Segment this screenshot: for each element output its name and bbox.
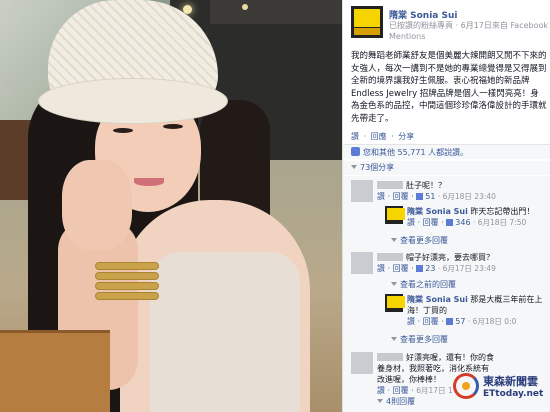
photo-bangle xyxy=(95,292,159,300)
reply-actions[interactable]: 讚 · 回覆 · xyxy=(407,218,446,227)
comment-like-count[interactable]: 23 xyxy=(425,264,435,273)
reply-arrow-icon xyxy=(391,238,397,242)
photo-bangle xyxy=(95,262,159,270)
commenter-avatar[interactable] xyxy=(351,180,373,202)
like-thumb-icon xyxy=(446,318,454,325)
post-actions: 讚 · 回應 · 分享 xyxy=(351,131,416,142)
view-more-replies-link[interactable]: 查看更多回覆 xyxy=(391,235,448,246)
commenter-name-redacted[interactable] xyxy=(377,181,403,189)
like-thumb-icon xyxy=(446,219,454,226)
view-more-replies-label: 查看更多回覆 xyxy=(400,236,448,245)
reply-arrow-icon xyxy=(391,282,397,286)
separator: · xyxy=(388,132,397,141)
like-thumb-icon xyxy=(416,193,424,200)
comment-like-count[interactable]: 51 xyxy=(425,192,435,201)
ettoday-watermark: 東森新聞雲 ETtoday.net xyxy=(453,367,549,409)
replies-count-link[interactable]: 4則回覆 xyxy=(377,396,415,407)
reply-like-count[interactable]: 346 xyxy=(455,218,470,227)
photo-bangle xyxy=(95,282,159,290)
watermark-domain: ETtoday.net xyxy=(483,389,544,399)
separator: · xyxy=(361,132,369,141)
post-subline: 已按讚的粉絲專頁 · 6月17日來自 Facebook Mentions xyxy=(389,21,549,41)
reply-author-name[interactable]: 隋棠 Sonia Sui xyxy=(407,295,468,304)
photo-top-garment xyxy=(150,252,300,412)
shares-summary[interactable]: 73個分享 xyxy=(343,161,550,175)
commenter-avatar[interactable] xyxy=(351,352,373,374)
reply-time[interactable]: · 6月18日 0:0 xyxy=(465,317,517,326)
photo-lamp-light-small xyxy=(242,4,248,10)
comment-text: 肚子呢！？ xyxy=(406,181,446,190)
comment: 帽子好漂亮，要去哪買？ 讚 · 回覆 · 23 · 6月17日 23:49 xyxy=(377,252,547,274)
reply-actions[interactable]: 讚 · 回覆 · xyxy=(407,317,446,326)
photo-hat-brim xyxy=(38,78,228,124)
reply: 隋棠 Sonia Sui 昨天忘記帶出門！ 讚 · 回覆 · 346 · 6月1… xyxy=(407,206,547,228)
comment-time[interactable]: · 6月17日 23:49 xyxy=(435,264,496,273)
view-more-replies-label: 查看更多回覆 xyxy=(400,335,448,344)
commenter-name-redacted[interactable] xyxy=(377,353,403,361)
post-header: 隋棠 Sonia Sui 已按讚的粉絲專頁 · 6月17日來自 Facebook… xyxy=(347,6,549,46)
like-link[interactable]: 讚 xyxy=(351,132,359,141)
photo-lips xyxy=(134,178,164,186)
reply-author-avatar[interactable] xyxy=(385,206,405,224)
likes-summary[interactable]: 您和其他 55,771 人都說讚。 xyxy=(343,144,550,159)
commenter-name-redacted[interactable] xyxy=(377,253,403,261)
comment-text: 帽子好漂亮，要去哪買？ xyxy=(406,253,494,262)
comment-actions[interactable]: 讚 · 回覆 · xyxy=(377,192,416,201)
post-text: 我的舞蹈老師業舒友是個美麗大辣開朗又閒不下來的女強人，每次一講到不是她的專業總覺… xyxy=(351,51,547,124)
photo-eye-right xyxy=(163,124,183,129)
like-thumb-icon xyxy=(416,265,424,272)
comment-actions[interactable]: 讚 · 回覆 · xyxy=(377,264,416,273)
reply: 隋棠 Sonia Sui 那是大概三年前在上海！丁買的 讚 · 回覆 · 57 … xyxy=(407,294,547,327)
reply-arrow-icon xyxy=(391,337,397,341)
ettoday-logo-icon xyxy=(453,373,479,399)
photo-eye-left xyxy=(113,128,133,133)
reply-text: 昨天忘記帶出門！ xyxy=(470,207,535,216)
comment-link[interactable]: 回應 xyxy=(371,132,387,141)
photo-hand xyxy=(62,160,132,250)
share-arrow-icon xyxy=(351,165,357,169)
watermark-name: 東森新聞雲 xyxy=(483,375,538,388)
reply-like-count[interactable]: 57 xyxy=(455,317,465,326)
view-earlier-replies-link[interactable]: 查看之前的回覆 xyxy=(391,279,456,290)
comment-time[interactable]: 6月17日 1 xyxy=(416,386,452,395)
comment-actions[interactable]: 讚 · 回覆 · xyxy=(377,386,416,395)
share-link[interactable]: 分享 xyxy=(398,132,414,141)
avatar-bottom-strip xyxy=(354,28,380,35)
photo-wall-strip xyxy=(210,0,342,24)
likes-text: 您和其他 55,771 人都說讚。 xyxy=(363,148,469,157)
commenter-avatar[interactable] xyxy=(351,252,373,274)
post-photo[interactable] xyxy=(0,0,342,412)
avatar-logo-image xyxy=(354,9,380,27)
reply-author-avatar[interactable] xyxy=(385,294,405,312)
like-thumb-icon xyxy=(351,147,360,156)
view-earlier-replies-label: 查看之前的回覆 xyxy=(400,280,456,289)
facebook-post-panel: 隋棠 Sonia Sui 已按讚的粉絲專頁 · 6月17日來自 Facebook… xyxy=(342,0,550,412)
page-avatar[interactable] xyxy=(351,6,383,38)
reply-time[interactable]: · 6月18日 7:50 xyxy=(471,218,526,227)
comment: 肚子呢！？ 讚 · 回覆 · 51 · 6月18日 23:40 xyxy=(377,180,547,202)
comment-time[interactable]: · 6月18日 23:40 xyxy=(435,192,496,201)
photo-wooden-table xyxy=(0,330,110,412)
replies-count-label: 4則回覆 xyxy=(386,397,416,406)
reply-author-name[interactable]: 隋棠 Sonia Sui xyxy=(407,207,468,216)
shares-text: 73個分享 xyxy=(360,163,395,172)
photo-bangle xyxy=(95,272,159,280)
view-more-replies-link[interactable]: 查看更多回覆 xyxy=(391,334,448,345)
reply-arrow-icon xyxy=(377,399,383,403)
